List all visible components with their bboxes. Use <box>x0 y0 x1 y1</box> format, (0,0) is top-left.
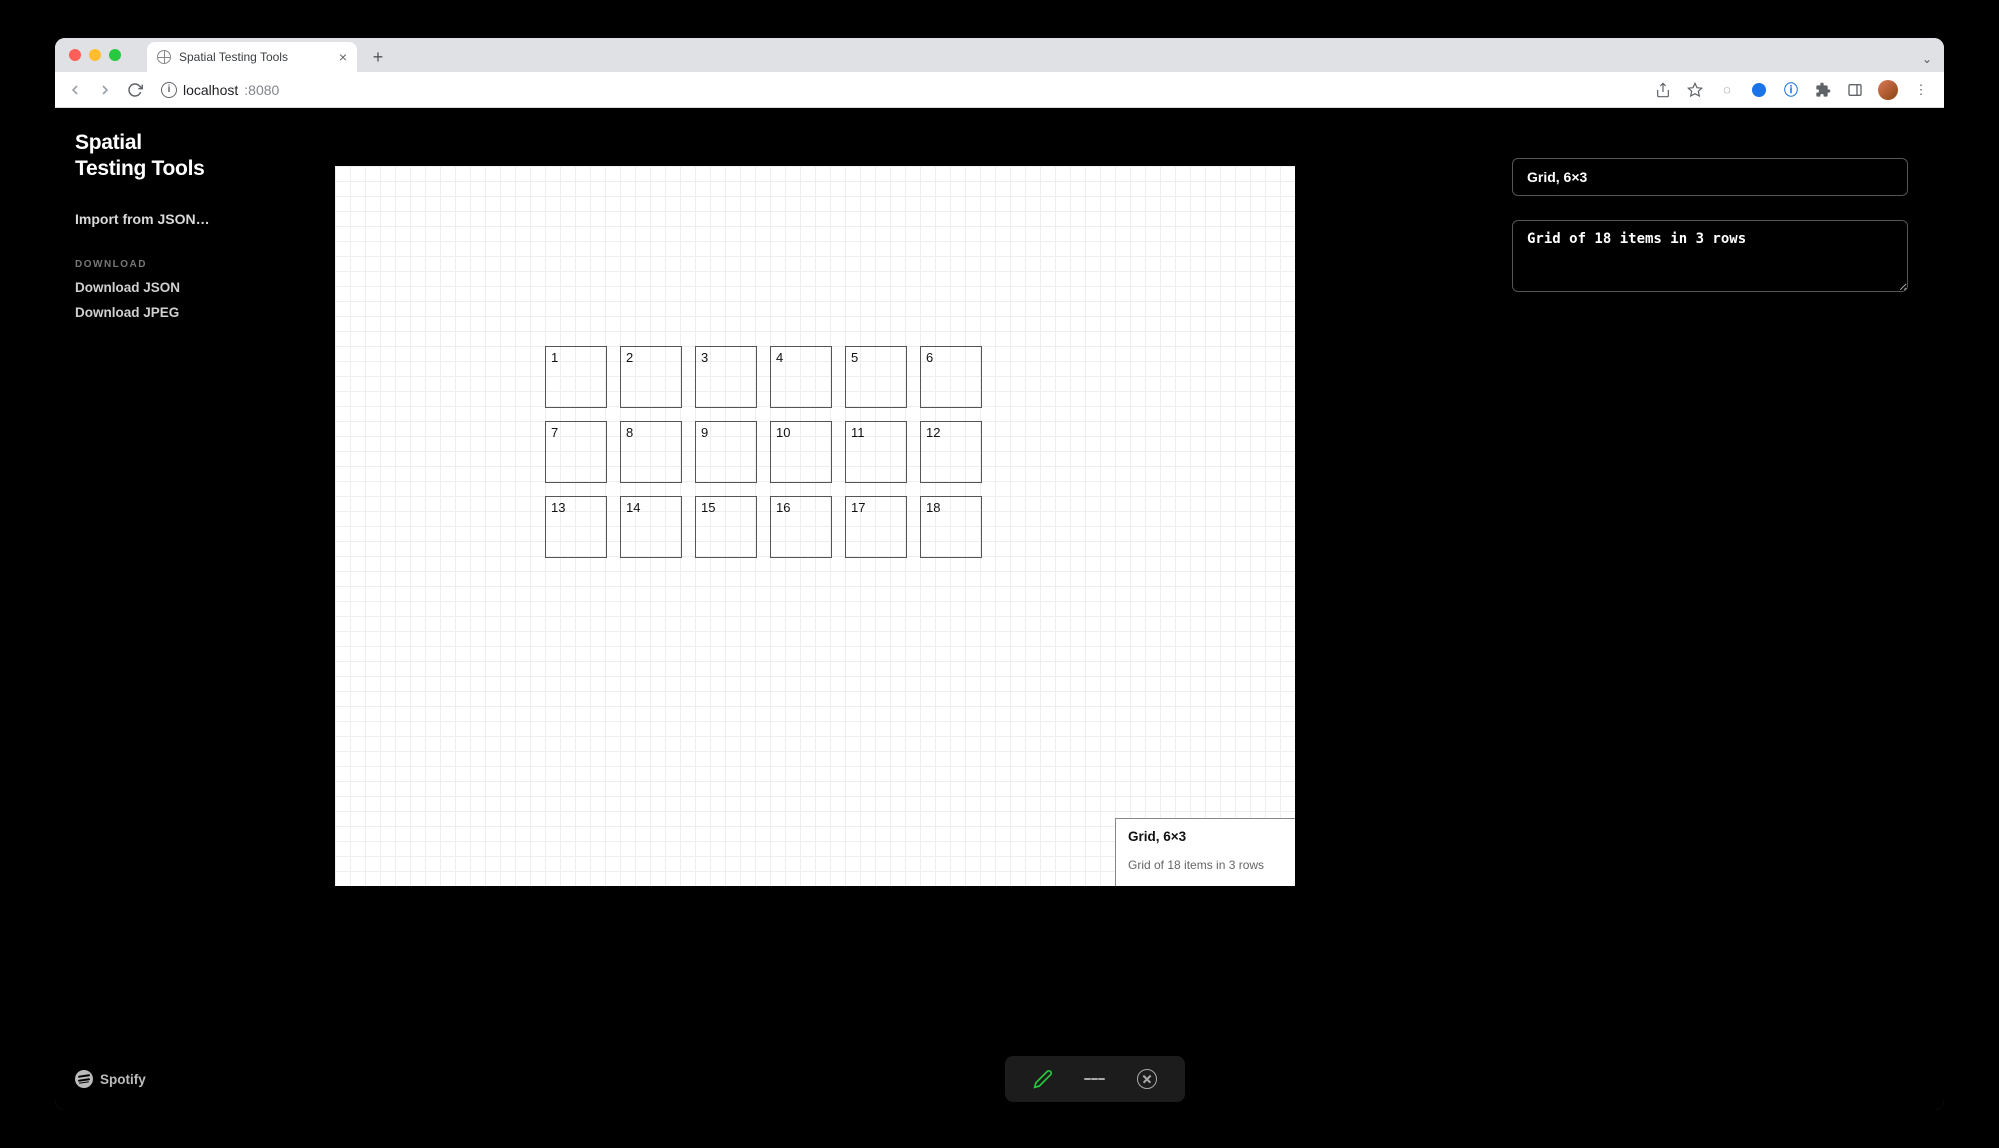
download-jpeg-link[interactable]: Download JPEG <box>75 305 225 320</box>
browser-tab-bar: Spatial Testing Tools × + ⌄ <box>55 38 1944 72</box>
caption-box: Grid, 6×3 Grid of 18 items in 3 rows <box>1115 818 1295 886</box>
reload-button[interactable] <box>125 80 145 100</box>
panel-icon[interactable] <box>1846 81 1864 99</box>
grid-cell[interactable]: 10 <box>770 421 832 483</box>
extension-icon-1[interactable]: ◌ <box>1718 81 1736 99</box>
grid-cell[interactable]: 4 <box>770 346 832 408</box>
minimize-window-button[interactable] <box>89 49 101 61</box>
properties-panel <box>1494 108 1944 1110</box>
browser-menu-icon[interactable]: ⋮ <box>1912 81 1930 99</box>
extensions-puzzle-icon[interactable] <box>1814 81 1832 99</box>
grid-cell[interactable]: 14 <box>620 496 682 558</box>
close-window-button[interactable] <box>69 49 81 61</box>
sidebar: Spatial Testing Tools Import from JSON… … <box>55 108 245 1110</box>
forward-button[interactable] <box>95 80 115 100</box>
tab-overflow-button[interactable]: ⌄ <box>1922 52 1932 66</box>
grid-cell[interactable]: 12 <box>920 421 982 483</box>
bottom-toolbar <box>1005 1056 1185 1102</box>
grid-cell[interactable]: 16 <box>770 496 832 558</box>
extension-icon-2[interactable] <box>1750 81 1768 99</box>
grid-cell[interactable]: 5 <box>845 346 907 408</box>
profile-avatar[interactable] <box>1878 80 1898 100</box>
back-button[interactable] <box>65 80 85 100</box>
close-tab-button[interactable]: × <box>339 49 347 65</box>
pencil-tool-icon[interactable] <box>1032 1068 1054 1090</box>
spotify-icon <box>75 1070 93 1088</box>
grid-cell[interactable]: 13 <box>545 496 607 558</box>
grid-cell[interactable]: 18 <box>920 496 982 558</box>
grid-cell[interactable]: 7 <box>545 421 607 483</box>
url-port: :8080 <box>244 82 279 98</box>
brand-label: Spotify <box>100 1072 146 1087</box>
address-bar[interactable]: i localhost :8080 <box>161 82 279 98</box>
extension-icon-3[interactable]: ⓘ <box>1782 81 1800 99</box>
description-textarea[interactable] <box>1512 220 1908 292</box>
clear-tool-icon[interactable] <box>1136 1068 1158 1090</box>
maximize-window-button[interactable] <box>109 49 121 61</box>
tab-title: Spatial Testing Tools <box>179 50 288 64</box>
share-icon[interactable] <box>1654 81 1672 99</box>
browser-toolbar: i localhost :8080 ◌ ⓘ <box>55 72 1944 108</box>
grid-cell[interactable]: 17 <box>845 496 907 558</box>
url-host: localhost <box>183 82 238 98</box>
site-info-icon[interactable]: i <box>161 82 177 98</box>
name-input[interactable] <box>1512 158 1908 196</box>
grid-cell[interactable]: 1 <box>545 346 607 408</box>
download-heading: DOWNLOAD <box>75 259 225 270</box>
canvas[interactable]: 123456789101112131415161718 Grid, 6×3 Gr… <box>335 166 1295 886</box>
list-tool-icon[interactable] <box>1084 1068 1106 1090</box>
grid-cell[interactable]: 9 <box>695 421 757 483</box>
grid-cell[interactable]: 2 <box>620 346 682 408</box>
globe-icon <box>157 50 171 64</box>
import-json-link[interactable]: Import from JSON… <box>75 211 225 227</box>
bookmark-star-icon[interactable] <box>1686 81 1704 99</box>
grid-cell[interactable]: 8 <box>620 421 682 483</box>
caption-title: Grid, 6×3 <box>1128 829 1283 844</box>
grid-cell[interactable]: 11 <box>845 421 907 483</box>
grid-cell[interactable]: 6 <box>920 346 982 408</box>
new-tab-button[interactable]: + <box>365 44 391 70</box>
download-json-link[interactable]: Download JSON <box>75 280 225 295</box>
grid-cell[interactable]: 15 <box>695 496 757 558</box>
window-controls <box>69 49 121 61</box>
caption-subtitle: Grid of 18 items in 3 rows <box>1128 858 1283 872</box>
browser-tab[interactable]: Spatial Testing Tools × <box>147 42 357 72</box>
app-title: Spatial Testing Tools <box>75 130 225 183</box>
grid-frame[interactable]: 123456789101112131415161718 <box>545 346 982 558</box>
brand-footer: Spotify <box>75 1070 146 1088</box>
grid-cell[interactable]: 3 <box>695 346 757 408</box>
